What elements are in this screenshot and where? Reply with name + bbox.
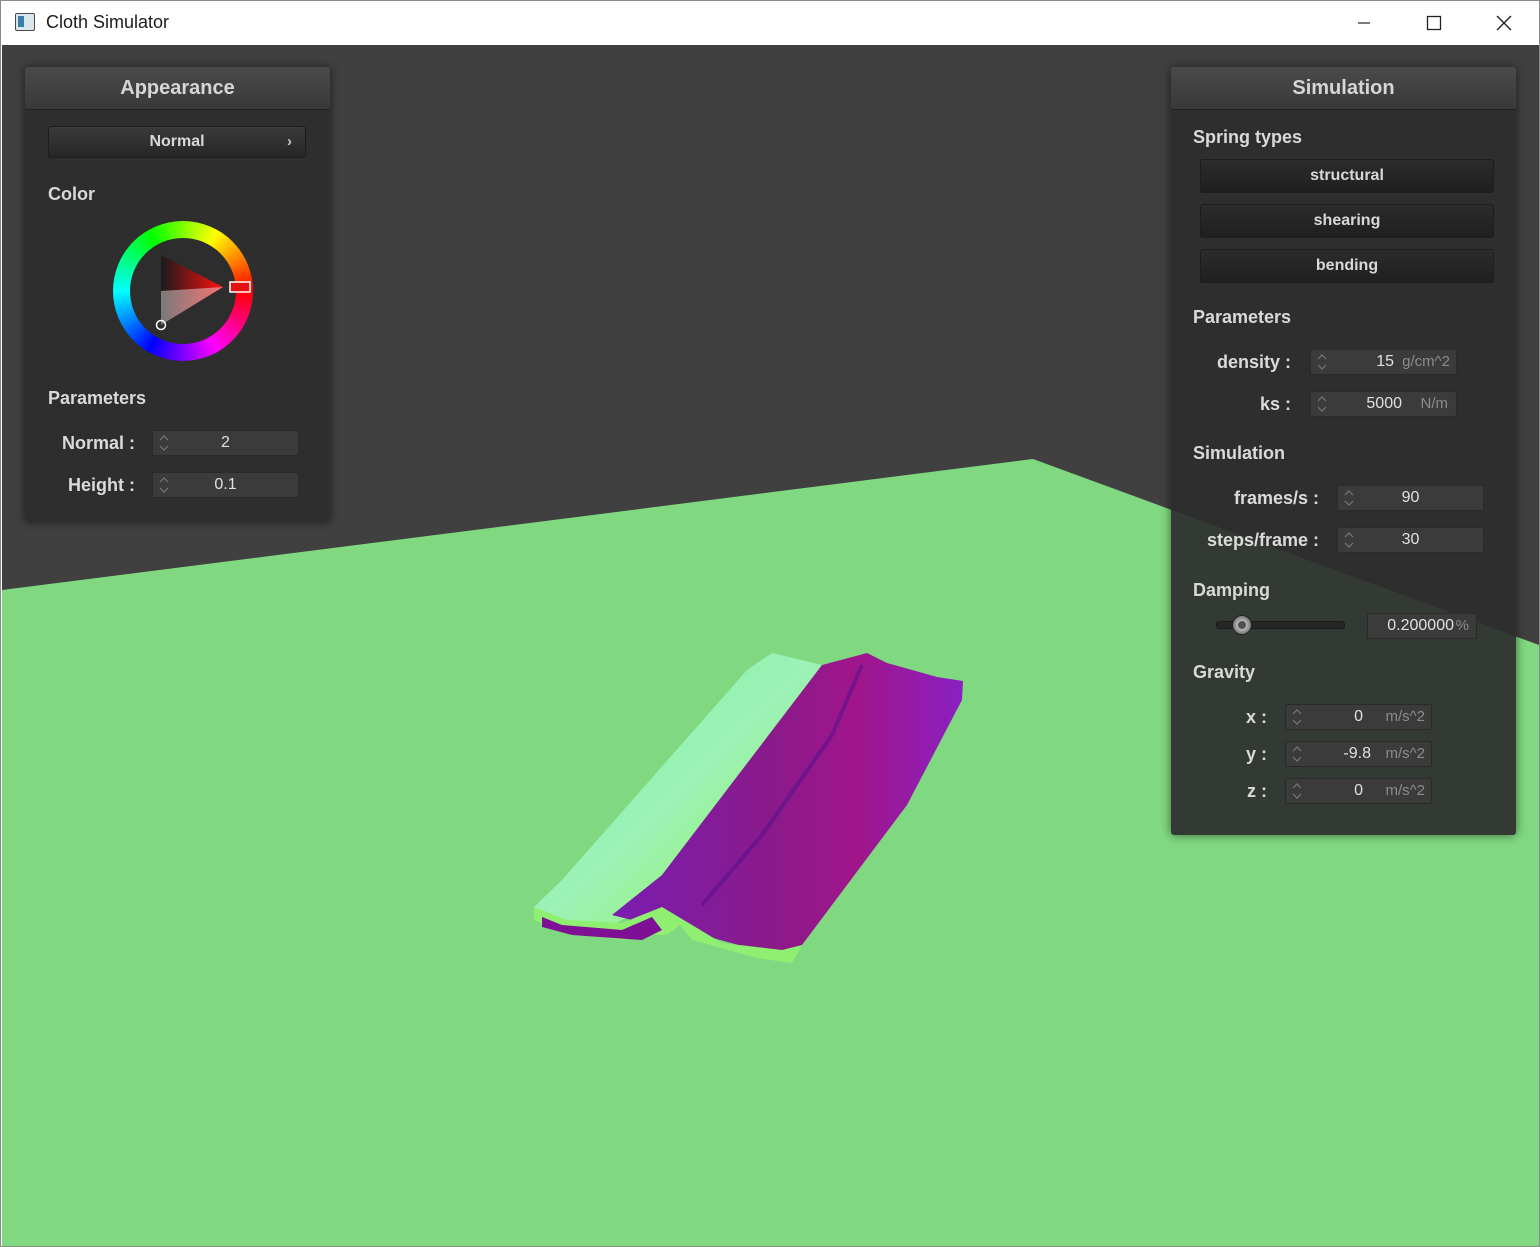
steps-spinbox[interactable]: 30 — [1337, 527, 1484, 553]
shader-select[interactable]: Normal › — [48, 126, 306, 158]
gravity-y-unit: m/s^2 — [1385, 745, 1425, 762]
simulation-header: Simulation — [1171, 67, 1516, 110]
chevron-right-icon: › — [287, 133, 292, 150]
gravity-y-spinbox[interactable]: -9.8 m/s^2 — [1285, 741, 1432, 767]
normal-label: Normal : — [61, 433, 135, 453]
density-value: 15 — [1376, 353, 1394, 370]
simulation-viewport[interactable]: Appearance Normal › Color Parameters Nor… — [2, 45, 1539, 1246]
shader-select-label: Normal — [149, 133, 205, 150]
normal-spinbox[interactable]: 2 — [152, 430, 299, 456]
simulation-section-label: Simulation — [1193, 443, 1286, 463]
gravity-x-value: 0 — [1354, 708, 1363, 725]
maximize-icon — [1426, 15, 1442, 31]
spin-arrows-icon[interactable] — [1317, 353, 1327, 371]
gravity-x-label: x : — [1245, 707, 1267, 727]
color-wheel[interactable] — [113, 221, 253, 361]
window-title: Cloth Simulator — [46, 12, 170, 32]
height-value: 0.1 — [214, 476, 237, 493]
gravity-x-unit: m/s^2 — [1385, 708, 1425, 725]
minimize-button[interactable] — [1329, 1, 1399, 45]
appearance-parameters-label: Parameters — [48, 388, 147, 408]
ks-value: 5000 — [1366, 395, 1402, 412]
minimize-icon — [1358, 22, 1370, 24]
gravity-z-label: z : — [1247, 781, 1267, 801]
damping-slider-handle[interactable] — [1232, 615, 1253, 635]
spring-types-label: Spring types — [1193, 127, 1303, 147]
gravity-y-label: y : — [1245, 744, 1267, 764]
bending-spring-button[interactable]: bending — [1200, 249, 1494, 283]
ks-unit: N/m — [1420, 395, 1449, 412]
gravity-z-unit: m/s^2 — [1385, 782, 1425, 799]
title-bar[interactable]: Cloth Simulator — [1, 1, 1539, 45]
maximize-button[interactable] — [1399, 1, 1469, 45]
ks-label: ks : — [1259, 394, 1291, 414]
density-spinbox[interactable]: 15 g/cm^2 — [1310, 349, 1457, 375]
gravity-y-value: -9.8 — [1343, 745, 1371, 762]
simulation-panel: Simulation Spring types structural shear… — [1171, 67, 1516, 835]
spin-arrows-icon[interactable] — [1292, 745, 1302, 763]
color-label: Color — [48, 184, 95, 204]
close-icon — [1496, 15, 1512, 31]
damping-value: 0.200000 — [1387, 617, 1454, 634]
density-unit: g/cm^2 — [1402, 353, 1450, 370]
gravity-x-spinbox[interactable]: 0 m/s^2 — [1285, 704, 1432, 730]
spin-arrows-icon[interactable] — [1292, 708, 1302, 726]
damping-field[interactable]: 0.200000 % — [1367, 613, 1477, 639]
color-triangle[interactable] — [113, 221, 253, 361]
height-label: Height : — [68, 475, 135, 495]
ks-spinbox[interactable]: 5000 N/m — [1310, 391, 1457, 417]
app-icon — [15, 13, 35, 31]
gravity-z-spinbox[interactable]: 0 m/s^2 — [1285, 778, 1432, 804]
steps-value: 30 — [1401, 531, 1420, 548]
simulation-parameters-label: Parameters — [1193, 307, 1292, 327]
close-button[interactable] — [1469, 1, 1539, 45]
spin-arrows-icon[interactable] — [1317, 395, 1327, 413]
frames-label: frames/s : — [1233, 488, 1319, 508]
steps-label: steps/frame : — [1206, 530, 1319, 550]
damping-unit: % — [1455, 617, 1469, 634]
density-label: density : — [1216, 352, 1291, 372]
frames-spinbox[interactable]: 90 — [1337, 485, 1484, 511]
height-spinbox[interactable]: 0.1 — [152, 472, 299, 498]
appearance-panel: Appearance Normal › Color Parameters Nor… — [25, 67, 330, 522]
structural-spring-button[interactable]: structural — [1200, 159, 1494, 193]
damping-label: Damping — [1193, 580, 1271, 600]
shearing-spring-button[interactable]: shearing — [1200, 204, 1494, 238]
gravity-z-value: 0 — [1354, 782, 1363, 799]
appearance-header: Appearance — [25, 67, 330, 110]
normal-value: 2 — [221, 434, 230, 451]
frames-value: 90 — [1401, 489, 1420, 506]
gravity-label: Gravity — [1193, 662, 1256, 682]
spin-arrows-icon[interactable] — [1292, 782, 1302, 800]
app-window: Cloth Simulator Appearance Normal › Colo… — [0, 0, 1540, 1247]
